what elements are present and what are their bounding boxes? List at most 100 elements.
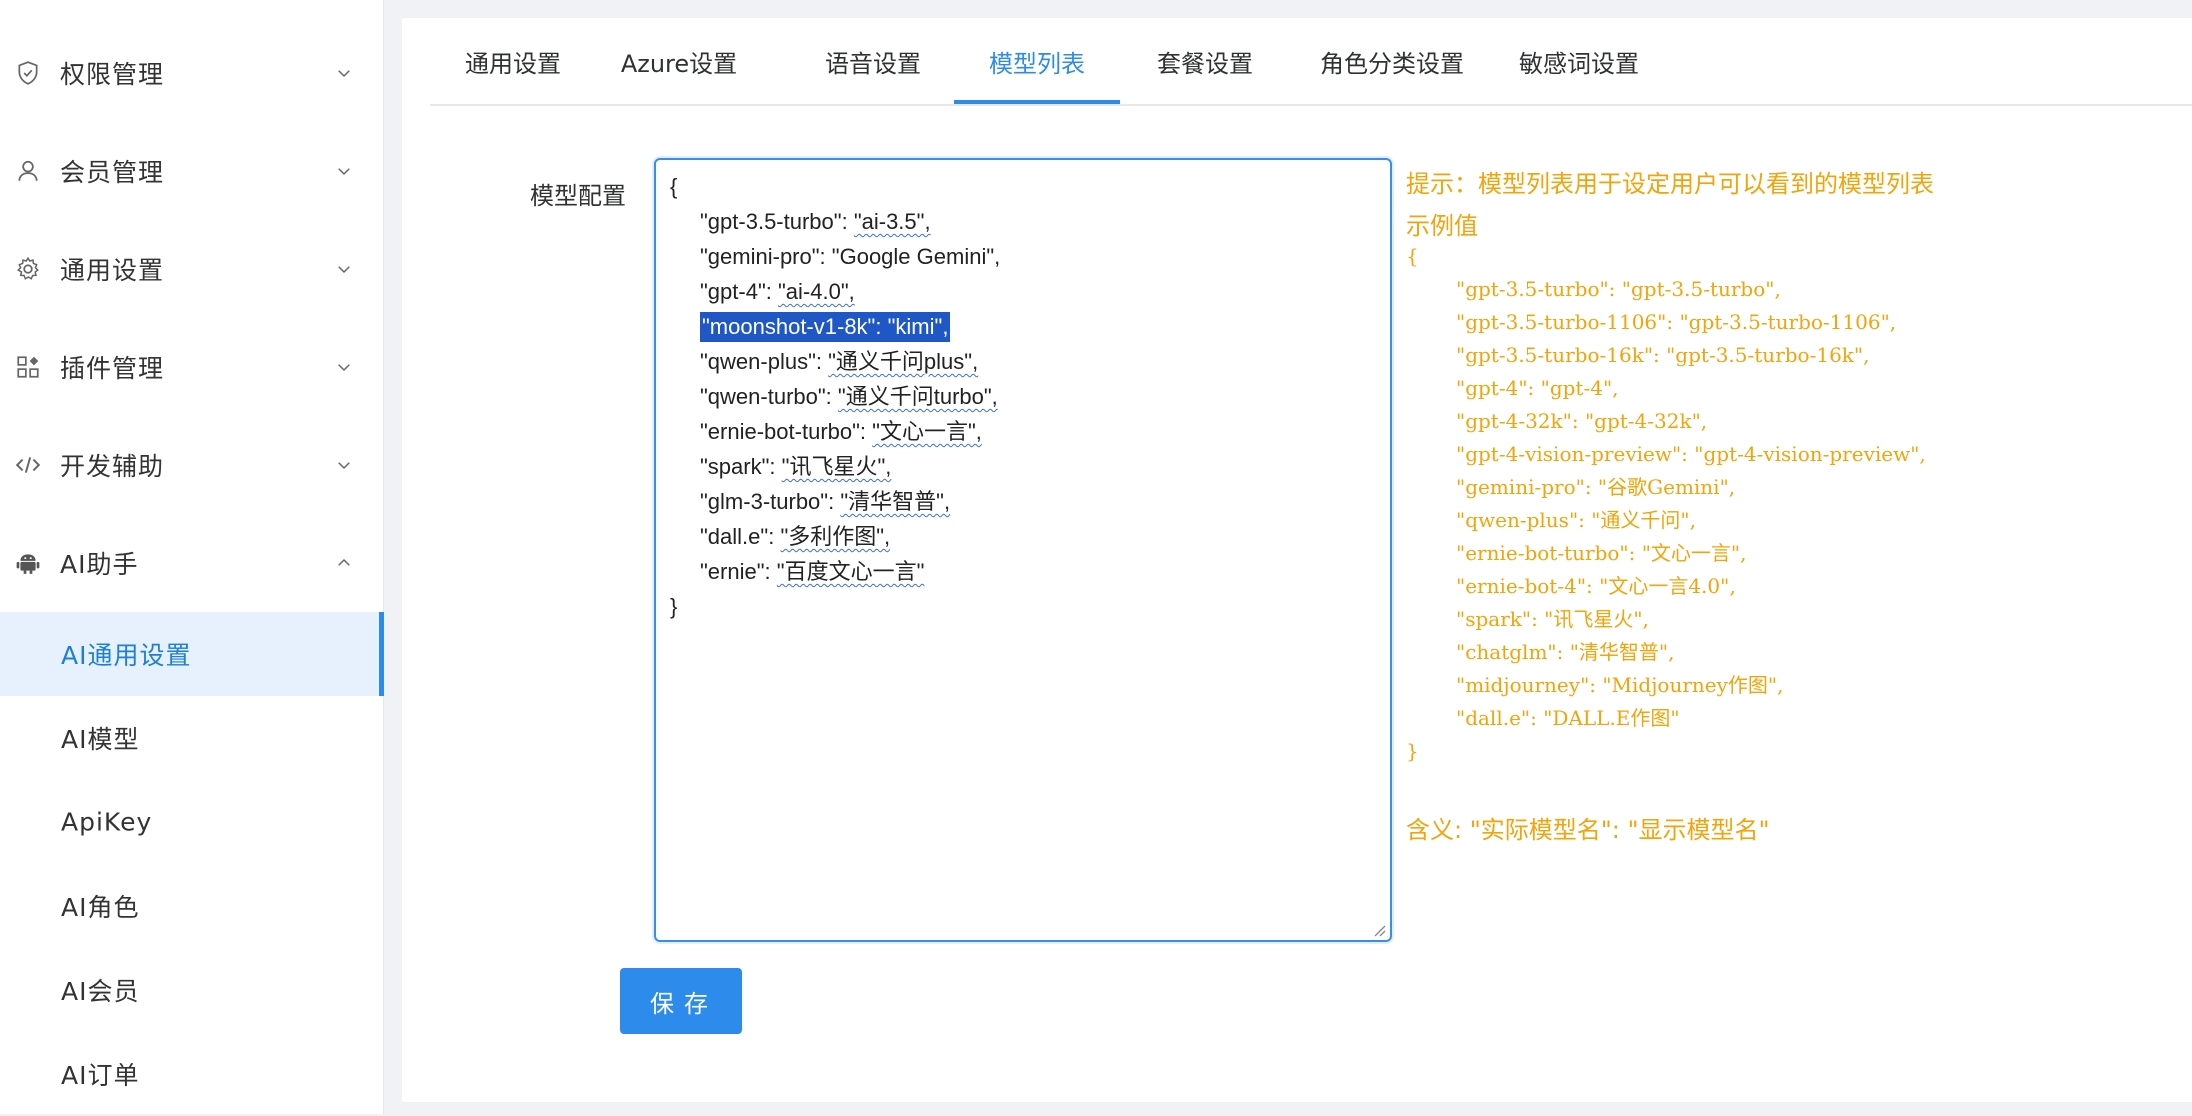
active-tab-indicator [954, 100, 1120, 104]
model-config-label: 模型配置 [530, 182, 626, 210]
code-key: "qwen-turbo": [700, 384, 838, 409]
main-panel: 通用设置 Azure设置 语音设置 模型列表 套餐设置 角色分类设置 敏感词设置… [402, 18, 2192, 1102]
code-line: "gemini-pro": "Google Gemini", [700, 242, 1000, 272]
sidebar-item-ai-model[interactable]: AI模型 [0, 696, 384, 780]
code-value: "ai-4.0", [778, 279, 855, 304]
sidebar-item-ai-role[interactable]: AI角色 [0, 864, 384, 948]
hint-example-line: "spark": "讯飞星火", [1456, 607, 1649, 631]
tab-package-settings[interactable]: 套餐设置 [1122, 18, 1288, 104]
hint-brace-open: { [1406, 244, 1419, 268]
code-value: "通义千问turbo", [837, 384, 998, 409]
sidebar-item-label: AI通用设置 [61, 641, 192, 670]
tab-sensitive-word-settings[interactable]: 敏感词设置 [1484, 18, 1674, 104]
code-value: "清华智普", [840, 489, 951, 514]
hint-meaning: 含义: "实际模型名": "显示模型名" [1406, 816, 1770, 844]
tab-role-category-settings[interactable]: 角色分类设置 [1283, 18, 1501, 104]
shield-icon [14, 59, 42, 87]
code-key: "gemini-pro": [700, 244, 832, 269]
code-line: "gpt-4": "ai-4.0", [700, 277, 855, 307]
code-line: "glm-3-turbo": "清华智普", [700, 487, 950, 517]
code-line: "ernie": "百度文心一言" [700, 557, 924, 587]
code-key: "spark": [700, 454, 782, 479]
menu-group-general-settings[interactable]: 通用设置 [0, 220, 384, 318]
code-line: "qwen-plus": "通义千问plus", [700, 347, 978, 377]
apps-icon [14, 353, 42, 381]
code-key: "dall.e": [700, 524, 781, 549]
tab-model-list[interactable]: 模型列表 [954, 18, 1120, 104]
android-icon [14, 549, 42, 577]
menu-group-label: AI助手 [60, 550, 139, 579]
sidebar-item-apikey[interactable]: ApiKey [0, 780, 384, 864]
sidebar-item-ai-general-settings[interactable]: AI通用设置 [0, 612, 384, 696]
hint-example-line: "ernie-bot-turbo": "文心一言", [1456, 541, 1747, 565]
code-value: "文心一言", [872, 419, 982, 444]
sidebar-item-label: AI角色 [61, 893, 140, 922]
sidebar-item-label: AI模型 [61, 725, 140, 754]
chevron-up-icon [333, 552, 355, 574]
tab-voice-settings[interactable]: 语音设置 [790, 18, 956, 104]
menu-group-permission[interactable]: 权限管理 [0, 24, 384, 122]
tab-azure-settings[interactable]: Azure设置 [596, 18, 762, 104]
model-config-textarea[interactable]: { "gpt-3.5-turbo": "ai-3.5", "gemini-pro… [654, 158, 1392, 942]
sidebar-item-ai-order[interactable]: AI订单 [0, 1032, 384, 1116]
code-value: "多利作图", [780, 524, 891, 549]
chevron-down-icon [333, 356, 355, 378]
code-key: "gpt-4": [700, 279, 778, 304]
save-button[interactable]: 保存 [620, 968, 742, 1034]
hint-subtitle: 示例值 [1406, 212, 1478, 240]
code-icon [14, 451, 42, 479]
hint-example-line: "gpt-4": "gpt-4", [1456, 376, 1619, 400]
hint-brace-close: } [1406, 739, 1419, 763]
hint-example-line: "chatglm": "清华智普", [1456, 640, 1675, 664]
resize-handle-icon[interactable] [1372, 922, 1386, 937]
hint-example-line: "qwen-plus": "通义千问", [1456, 508, 1696, 532]
gear-icon [14, 255, 42, 283]
hint-example-line: "ernie-bot-4": "文心一言4.0", [1456, 574, 1736, 598]
chevron-down-icon [333, 160, 355, 182]
code-key: "gpt-3.5-turbo": [700, 209, 854, 234]
code-value: "Google Gemini", [831, 244, 1001, 269]
code-value: "ai-3.5", [853, 209, 931, 234]
hint-example-line: "gpt-3.5-turbo": "gpt-3.5-turbo", [1456, 277, 1781, 301]
code-line: "spark": "讯飞星火", [700, 452, 891, 482]
code-line: "dall.e": "多利作图", [700, 522, 890, 552]
chevron-down-icon [333, 62, 355, 84]
sidebar-item-label: AI会员 [61, 977, 140, 1006]
code-value: "kimi", [887, 314, 949, 339]
tab-general-settings[interactable]: 通用设置 [430, 18, 596, 104]
hint-example-line: "gpt-3.5-turbo-16k": "gpt-3.5-turbo-16k"… [1456, 343, 1870, 367]
sidebar-item-label: AI订单 [61, 1061, 140, 1090]
hint-example-line: "midjourney": "Midjourney作图", [1456, 673, 1784, 697]
menu-group-label: 会员管理 [60, 158, 165, 187]
code-line-selected: "moonshot-v1-8k": "kimi", [700, 312, 951, 342]
code-value: "通义千问plus", [828, 349, 979, 374]
menu-group-ai-assistant[interactable]: AI助手 [0, 514, 384, 612]
menu-group-label: 开发辅助 [60, 452, 165, 481]
menu-group-members[interactable]: 会员管理 [0, 122, 384, 220]
hint-example-line: "dall.e": "DALL.E作图" [1456, 706, 1680, 730]
code-key: "glm-3-turbo": [700, 489, 841, 514]
code-brace-close: } [670, 594, 678, 619]
chevron-down-icon [333, 258, 355, 280]
code-line: "gpt-3.5-turbo": "ai-3.5", [700, 207, 931, 237]
code-key: "ernie-bot-turbo": [700, 419, 873, 444]
menu-group-label: 通用设置 [60, 256, 165, 285]
code-key: "ernie": [700, 559, 777, 584]
tab-bar: 通用设置 Azure设置 语音设置 模型列表 套餐设置 角色分类设置 敏感词设置 [430, 18, 2192, 106]
menu-group-plugins[interactable]: 插件管理 [0, 318, 384, 416]
code-value: "百度文心一言" [776, 559, 925, 584]
hint-example-line: "gpt-4-32k": "gpt-4-32k", [1456, 409, 1708, 433]
hint-title: 提示：模型列表用于设定用户可以看到的模型列表 [1406, 170, 1934, 198]
menu-group-label: 权限管理 [60, 60, 165, 89]
sidebar: 权限管理 会员管理 通用设置 插件管理 开发辅助 AI助手 AI通用设置 AI模… [0, 0, 384, 1114]
menu-group-dev-tools[interactable]: 开发辅助 [0, 416, 384, 514]
sidebar-item-ai-member[interactable]: AI会员 [0, 948, 384, 1032]
chevron-down-icon [333, 454, 355, 476]
code-line: "qwen-turbo": "通义千问turbo", [700, 382, 998, 412]
code-key: "moonshot-v1-8k": [702, 314, 888, 339]
menu-group-label: 插件管理 [60, 354, 165, 383]
code-value: "讯飞星火", [781, 454, 892, 479]
hint-example-line: "gemini-pro": "谷歌Gemini", [1456, 475, 1736, 499]
user-icon [14, 157, 42, 185]
code-line: "ernie-bot-turbo": "文心一言", [700, 417, 982, 447]
